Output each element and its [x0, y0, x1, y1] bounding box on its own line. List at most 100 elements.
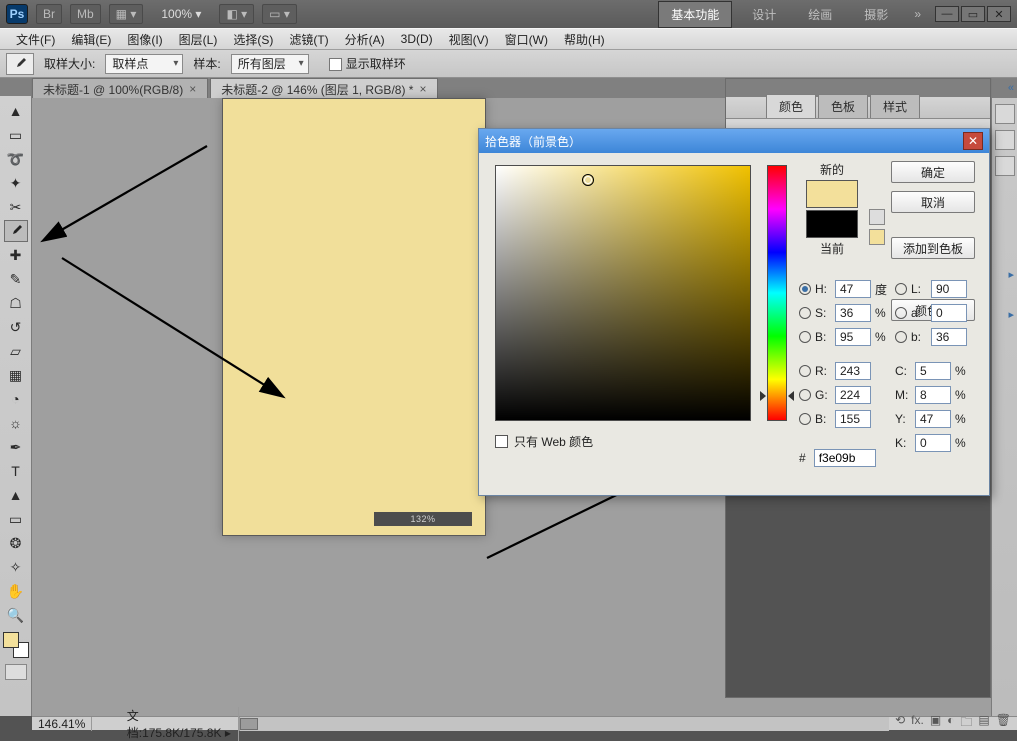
radio-g[interactable]	[799, 389, 811, 401]
status-docinfo[interactable]: 文档:175.8K/175.8K ▸	[121, 707, 239, 741]
s-input[interactable]	[835, 304, 871, 322]
gamut-warning-icon[interactable]	[869, 209, 885, 225]
r-input[interactable]	[835, 362, 871, 380]
radio-r[interactable]	[799, 365, 811, 377]
menu-file[interactable]: 文件(F)	[8, 29, 63, 50]
sample-size-select[interactable]: 取样点	[105, 54, 183, 74]
sample-layer-select[interactable]: 所有图层	[231, 54, 309, 74]
fx-icon[interactable]: fx.	[911, 713, 924, 734]
type-tool[interactable]: T	[4, 460, 28, 482]
menu-3d[interactable]: 3D(D)	[393, 30, 441, 48]
fg-color-swatch[interactable]	[3, 632, 19, 648]
screenmode-chip[interactable]: ▭ ▾	[262, 4, 297, 24]
folder-icon[interactable]: 🗀	[960, 713, 972, 734]
hand-tool[interactable]: ✋	[4, 580, 28, 602]
workspace-photo[interactable]: 摄影	[852, 2, 900, 27]
radio-a[interactable]	[895, 307, 907, 319]
ok-button[interactable]: 确定	[891, 161, 975, 183]
active-tool-icon[interactable]	[6, 53, 34, 75]
quick-select-tool[interactable]: ✦	[4, 172, 28, 194]
menu-analysis[interactable]: 分析(A)	[337, 29, 393, 50]
panel-tab-swatches[interactable]: 色板	[818, 94, 868, 118]
eraser-tool[interactable]: ▱	[4, 340, 28, 362]
crop-tool[interactable]: ✂	[4, 196, 28, 218]
zoom-tool[interactable]: 🔍	[4, 604, 28, 626]
websafe-swatch[interactable]	[869, 229, 885, 245]
b-input[interactable]	[835, 328, 871, 346]
dialog-close-button[interactable]: ✕	[963, 132, 983, 150]
new-icon[interactable]: ▤	[978, 713, 989, 734]
web-only-checkbox[interactable]: 只有 Web 颜色	[495, 433, 593, 450]
trash-icon[interactable]: 🗑	[996, 713, 1011, 734]
dock-icon-3[interactable]	[995, 156, 1015, 176]
menu-layer[interactable]: 图层(L)	[171, 29, 226, 50]
panel-tab-styles[interactable]: 样式	[870, 94, 920, 118]
workspace-basic[interactable]: 基本功能	[658, 1, 732, 28]
radio-h[interactable]	[799, 283, 811, 295]
pen-tool[interactable]: ✒	[4, 436, 28, 458]
adjust-icon[interactable]: ◐	[947, 713, 954, 734]
a-input[interactable]	[931, 304, 967, 322]
lasso-tool[interactable]: ➰	[4, 148, 28, 170]
fg-bg-swatch[interactable]	[3, 632, 29, 658]
y-input[interactable]	[915, 410, 951, 428]
brush-tool[interactable]: ✎	[4, 268, 28, 290]
workspace-more[interactable]: »	[908, 7, 927, 21]
h-scrollbar[interactable]	[239, 717, 889, 731]
window-min-button[interactable]: ―	[935, 6, 959, 22]
tab-close-icon[interactable]: ×	[419, 82, 431, 94]
radio-s[interactable]	[799, 307, 811, 319]
history-brush-tool[interactable]: ↺	[4, 316, 28, 338]
3d-camera-tool[interactable]: ✧	[4, 556, 28, 578]
eyedropper-tool[interactable]	[4, 220, 28, 242]
document-tab-2[interactable]: 未标题-2 @ 146% (图层 1, RGB/8) *×	[210, 78, 438, 98]
radio-b2[interactable]	[895, 331, 907, 343]
panel-tab-color[interactable]: 颜色	[766, 94, 816, 118]
arrange-chip[interactable]: ◧ ▾	[219, 4, 254, 24]
hue-slider[interactable]	[767, 165, 787, 421]
radio-b[interactable]	[799, 331, 811, 343]
sv-cursor[interactable]	[582, 174, 594, 186]
marquee-tool[interactable]: ▭	[4, 124, 28, 146]
gradient-tool[interactable]: ▦	[4, 364, 28, 386]
bv-input[interactable]	[835, 410, 871, 428]
document-canvas[interactable]	[222, 98, 486, 536]
menu-view[interactable]: 视图(V)	[441, 29, 497, 50]
cancel-button[interactable]: 取消	[891, 191, 975, 213]
healing-tool[interactable]: ✚	[4, 244, 28, 266]
mask-icon[interactable]: ▣	[930, 713, 941, 734]
quick-mask-toggle[interactable]	[5, 664, 27, 680]
view-extras-chip[interactable]: ▦ ▾	[109, 4, 144, 24]
b2-input[interactable]	[931, 328, 967, 346]
sv-field[interactable]	[495, 165, 751, 421]
expand-arrow-icon[interactable]: «	[1008, 82, 1014, 94]
menu-window[interactable]: 窗口(W)	[497, 29, 556, 50]
3d-tool[interactable]: ❂	[4, 532, 28, 554]
menu-help[interactable]: 帮助(H)	[556, 29, 613, 50]
link-icon[interactable]: ⟲	[895, 713, 905, 734]
zoom-level[interactable]: 100% ▾	[151, 5, 211, 23]
status-zoom[interactable]: 146.41%	[32, 717, 92, 731]
expand-arrow-icon[interactable]: ▸	[1008, 268, 1014, 281]
shape-tool[interactable]: ▭	[4, 508, 28, 530]
dodge-tool[interactable]: ☼	[4, 412, 28, 434]
c-input[interactable]	[915, 362, 951, 380]
add-swatch-button[interactable]: 添加到色板	[891, 237, 975, 259]
document-tab-1[interactable]: 未标题-1 @ 100%(RGB/8)×	[32, 78, 208, 98]
dialog-titlebar[interactable]: 拾色器（前景色） ✕	[479, 129, 989, 153]
window-close-button[interactable]: ✕	[987, 6, 1011, 22]
workspace-design[interactable]: 设计	[740, 2, 788, 27]
dock-icon-2[interactable]	[995, 130, 1015, 150]
m-input[interactable]	[915, 386, 951, 404]
g-input[interactable]	[835, 386, 871, 404]
h-input[interactable]	[835, 280, 871, 298]
radio-l[interactable]	[895, 283, 907, 295]
dock-icon-1[interactable]	[995, 104, 1015, 124]
show-ring-checkbox[interactable]: 显示取样环	[329, 55, 406, 72]
workspace-paint[interactable]: 绘画	[796, 2, 844, 27]
radio-bv[interactable]	[799, 413, 811, 425]
minibridge-chip[interactable]: Mb	[70, 4, 101, 24]
expand-arrow-icon[interactable]: ▸	[1008, 308, 1014, 321]
menu-image[interactable]: 图像(I)	[119, 29, 170, 50]
menu-edit[interactable]: 编辑(E)	[63, 29, 119, 50]
